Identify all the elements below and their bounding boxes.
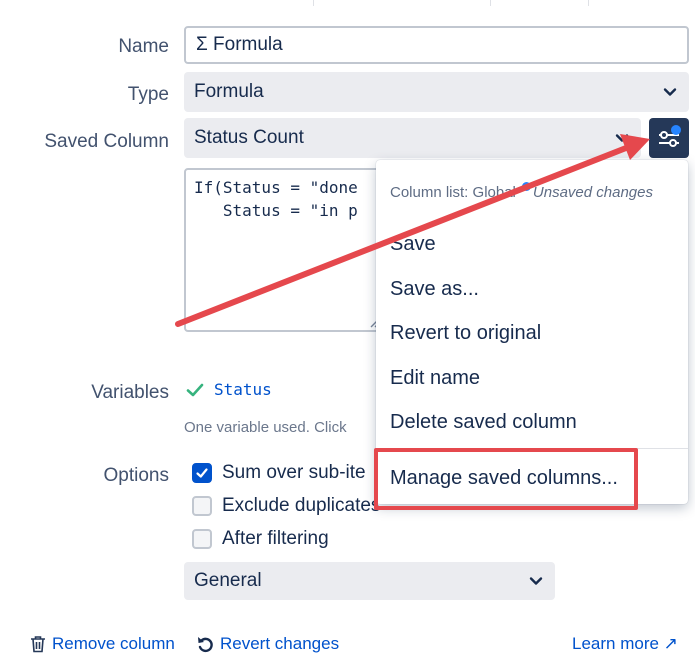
variable-name[interactable]: Status <box>214 380 272 399</box>
divider-tick <box>588 0 589 6</box>
name-label: Name <box>118 36 169 57</box>
option-sum-over-subitems[interactable]: Sum over sub-ite <box>192 462 366 484</box>
option-after-label: After filtering <box>222 528 329 549</box>
checkbox-unchecked[interactable] <box>192 496 212 516</box>
menu-item-revert-to-original[interactable]: Revert to original <box>390 322 541 345</box>
name-input[interactable]: Σ Formula <box>184 26 689 64</box>
unsaved-dot-icon <box>521 182 531 191</box>
chevron-down-icon <box>615 134 629 142</box>
revert-changes-link[interactable]: Revert changes <box>196 634 339 654</box>
menu-item-delete-saved-column[interactable]: Delete saved column <box>390 411 577 434</box>
type-label: Type <box>127 84 169 105</box>
formula-editor[interactable]: If(Status = "done Status = "in p <box>184 168 384 332</box>
formula-line-1: If(Status = "done <box>194 178 358 197</box>
saved-column-value: Status Count <box>194 127 304 148</box>
menu-header: Column list: Global Unsaved changes <box>390 182 653 201</box>
name-input-value: Σ Formula <box>196 34 283 55</box>
menu-item-save-as[interactable]: Save as... <box>390 278 479 301</box>
options-label: Options <box>103 465 169 486</box>
option-after-filtering[interactable]: After filtering <box>192 528 329 550</box>
trash-icon <box>31 636 45 653</box>
remove-column-link[interactable]: Remove column <box>30 634 175 654</box>
saved-column-select[interactable]: Status Count <box>184 118 641 158</box>
variables-hint: One variable used. Click <box>184 419 347 436</box>
formula-line-2: Status = "in p <box>194 201 358 220</box>
top-divider-ticks <box>0 0 695 8</box>
check-icon <box>186 383 204 396</box>
type-select[interactable]: Formula <box>184 72 689 112</box>
learn-more-label: Learn more ↗ <box>572 634 678 653</box>
saved-column-settings-button[interactable] <box>649 118 689 158</box>
revert-changes-label: Revert changes <box>220 634 340 653</box>
option-exclude-duplicates[interactable]: Exclude duplicates <box>192 495 380 517</box>
undo-icon <box>198 637 213 653</box>
divider-tick <box>313 0 314 6</box>
divider-tick <box>490 0 491 6</box>
checkbox-checked[interactable] <box>192 463 212 483</box>
sliders-icon <box>659 125 681 147</box>
checkmark-icon <box>196 468 208 478</box>
saved-column-label: Saved Column <box>44 131 169 152</box>
type-select-value: Formula <box>194 81 264 102</box>
variables-label: Variables <box>91 382 169 403</box>
column-list-scope: Column list: Global <box>390 184 516 201</box>
chevron-down-icon <box>529 577 543 585</box>
menu-item-save[interactable]: Save <box>390 233 436 256</box>
checkbox-unchecked[interactable] <box>192 529 212 549</box>
format-select[interactable]: General <box>184 562 555 600</box>
menu-item-edit-name[interactable]: Edit name <box>390 367 480 390</box>
format-select-value: General <box>194 570 262 591</box>
remove-column-label: Remove column <box>52 634 175 653</box>
annotation-highlight-box <box>374 448 638 510</box>
variable-row: Status <box>186 380 272 399</box>
learn-more-link[interactable]: Learn more ↗ <box>572 634 678 654</box>
formula-text: If(Status = "done Status = "in p <box>186 170 382 222</box>
option-exclude-label: Exclude duplicates <box>222 495 381 516</box>
option-sum-label: Sum over sub-ite <box>222 462 366 483</box>
unsaved-changes-text: Unsaved changes <box>532 184 653 201</box>
chevron-down-icon <box>663 88 677 96</box>
